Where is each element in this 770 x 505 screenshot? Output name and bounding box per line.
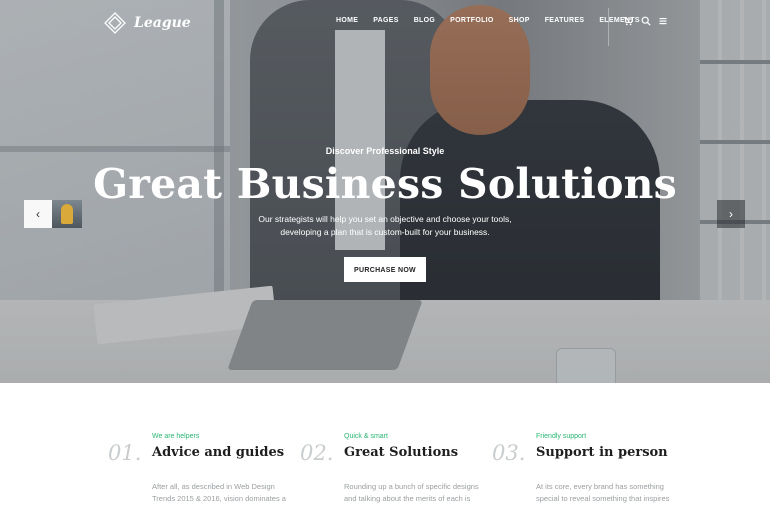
cart-icon[interactable] <box>623 16 633 26</box>
nav-item-blog[interactable]: BLOG <box>414 17 435 24</box>
feature-text: At its core, every brand has something s… <box>536 482 670 503</box>
menu-icon[interactable] <box>658 16 668 26</box>
nav-item-home[interactable]: HOME <box>336 17 358 24</box>
nav-item-portfolio[interactable]: PORTFOLIO <box>450 17 494 24</box>
slider-prev-thumbnail[interactable] <box>52 200 82 228</box>
nav-item-elements[interactable]: ELEMENTS <box>599 17 640 24</box>
logo[interactable]: League <box>104 12 191 34</box>
logo-icon <box>104 12 126 34</box>
feature-text: After all, as described in Web Design Tr… <box>152 482 286 503</box>
logo-text: League <box>134 15 191 31</box>
hero-eyebrow: Discover Professional Style <box>325 146 445 156</box>
hero-headline: Great Business Solutions <box>93 160 677 208</box>
features-section: 01. We are helpers Advice and guides Aft… <box>0 383 770 503</box>
hero-subtext-line: developing a plan that is custom-built f… <box>280 227 490 237</box>
feature-text: Rounding up a bunch of specific designs … <box>344 482 479 503</box>
slider-next-arrow-icon[interactable]: › <box>717 200 745 228</box>
feature-number: 02. <box>300 441 334 465</box>
search-icon[interactable] <box>641 16 651 26</box>
top-navigation: League HOME PAGES BLOG PORTFOLIO SHOP FE… <box>0 0 770 46</box>
hero-subtext: Our strategists will help you set an obj… <box>0 213 770 239</box>
feature-number: 03. <box>492 441 526 465</box>
hero-subtext-line: Our strategists will help you set an obj… <box>258 214 512 224</box>
slider-prev-arrow-icon[interactable]: ‹ <box>24 200 52 228</box>
feature-tag: Quick & smart <box>344 433 388 440</box>
nav-item-features[interactable]: FEATURES <box>545 17 585 24</box>
feature-tag: Friendly support <box>536 433 587 440</box>
nav-divider <box>608 8 609 46</box>
feature-title: Great Solutions <box>344 445 459 460</box>
feature-title: Advice and guides <box>152 445 285 460</box>
feature-title: Support in person <box>536 445 668 460</box>
main-menu: HOME PAGES BLOG PORTFOLIO SHOP FEATURES … <box>336 17 640 24</box>
feature-number: 01. <box>108 441 142 465</box>
feature-tag: We are helpers <box>152 433 200 440</box>
nav-item-shop[interactable]: SHOP <box>509 17 530 24</box>
nav-item-pages[interactable]: PAGES <box>373 17 399 24</box>
purchase-now-button[interactable]: PURCHASE NOW <box>344 257 426 282</box>
